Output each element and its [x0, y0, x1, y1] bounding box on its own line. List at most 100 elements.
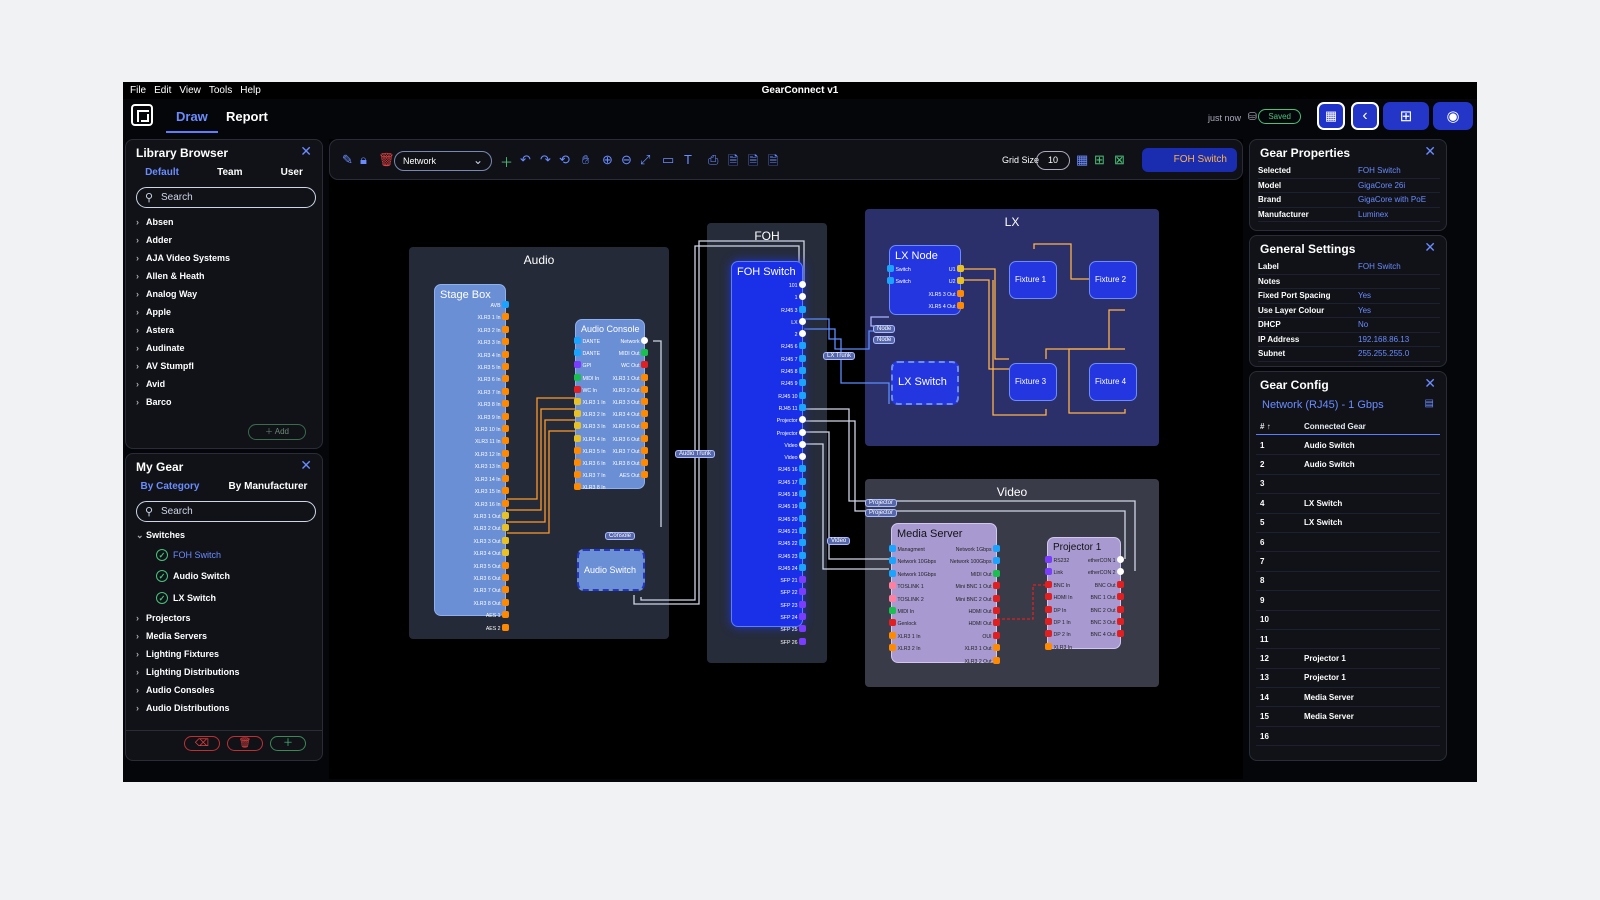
port-row[interactable]: AES 2 [473, 623, 509, 635]
port-type-select[interactable]: Network (RJ45) - 1 Gbps [1262, 399, 1384, 411]
tag-projector-2[interactable]: Projector [865, 509, 898, 517]
layer-select[interactable]: Network ⌄ [394, 151, 492, 171]
tag-node-2[interactable]: Node [873, 336, 896, 344]
port-row[interactable]: XLR3 3 Out [612, 397, 648, 409]
library-item[interactable]: › AV Stumpfl [136, 357, 230, 375]
port-row[interactable]: XLR3 3 In [473, 337, 509, 349]
library-item[interactable]: › Audinate [136, 339, 230, 357]
grid-toggle-icon[interactable]: ▦ [1076, 152, 1088, 168]
tab-report[interactable]: Report [226, 109, 268, 124]
port-row[interactable]: etherCON 1 [1088, 555, 1124, 567]
port-row[interactable]: BNC 4 Out [1088, 629, 1124, 641]
table-row[interactable]: 5 LX Switch [1256, 514, 1440, 533]
port-row[interactable]: XLR3 7 In [574, 470, 606, 482]
table-row[interactable]: 4 LX Switch [1256, 494, 1440, 514]
port-row[interactable]: Projector [777, 415, 806, 427]
port-row[interactable]: XLR3 In [1045, 642, 1072, 654]
port-row[interactable]: XLR3 1 Out [473, 511, 509, 523]
port-row[interactable]: RJ45 9 [777, 378, 806, 390]
library-logo-button[interactable]: ▦ [1317, 102, 1345, 130]
port-row[interactable]: XLR3 6 Out [473, 573, 509, 585]
print-icon[interactable]: ⎙ [708, 152, 718, 168]
selected-device-pill[interactable]: FOH Switch [1142, 148, 1237, 172]
table-row[interactable]: 6 [1256, 533, 1440, 553]
port-row[interactable]: BNC 3 Out [1088, 617, 1124, 629]
port-row[interactable]: RJ45 7 [777, 354, 806, 366]
table-row[interactable]: 9 [1256, 591, 1440, 611]
port-row[interactable]: SFP 24 [777, 612, 806, 624]
port-row[interactable]: Genlock [889, 618, 936, 630]
delete-button[interactable]: 🗑 [227, 736, 263, 751]
pan-hand-icon[interactable]: ✋︎ [582, 152, 589, 168]
setting-row[interactable]: Fixed Port Spacing Yes [1258, 289, 1440, 304]
port-row[interactable]: HDMI Out [950, 606, 1000, 618]
port-row[interactable]: XLR3 1 In [574, 397, 606, 409]
port-row[interactable]: BNC In [1045, 580, 1072, 592]
device-fixture-3[interactable]: Fixture 3 [1009, 363, 1057, 401]
table-row[interactable]: 15 Media Server [1256, 707, 1440, 727]
port-row[interactable]: XLR5 4 Out [928, 301, 964, 313]
port-row[interactable]: XLR3 5 In [473, 362, 509, 374]
port-row[interactable]: XLR3 1 In [473, 312, 509, 324]
table-row[interactable]: 7 [1256, 552, 1440, 572]
save-file-icon[interactable]: ⛁ [1248, 110, 1257, 123]
port-row[interactable]: XLR3 8 Out [612, 458, 648, 470]
table-row[interactable]: 1 Audio Switch [1256, 436, 1440, 456]
setting-row[interactable]: Subnet 255.255.255.0 [1258, 347, 1440, 362]
menu-edit[interactable]: Edit [154, 85, 171, 96]
port-row[interactable]: XLR3 8 Out [473, 598, 509, 610]
library-item[interactable]: › Absen [136, 213, 230, 231]
port-row[interactable]: TOSLINK 1 [889, 581, 936, 593]
port-row[interactable]: Video [777, 440, 806, 452]
category-item[interactable]: › Lighting Fixtures [136, 645, 240, 663]
library-item[interactable]: › Barco [136, 393, 230, 411]
port-row[interactable]: XLR3 2 In [473, 325, 509, 337]
trash-icon[interactable]: 🗑︎ [378, 152, 395, 168]
port-row[interactable]: MIDI Out [950, 569, 1000, 581]
category-item[interactable]: › Projectors [136, 609, 240, 627]
rectangle-tool-icon[interactable]: ▭ [662, 152, 674, 168]
library-item[interactable]: › Allen & Heath [136, 267, 230, 285]
gear-item-foh-switch[interactable]: ✓ FOH Switch [136, 544, 240, 566]
pencil-icon[interactable]: ✎ [342, 152, 353, 168]
setting-row[interactable]: Notes [1258, 275, 1440, 289]
device-fixture-1[interactable]: Fixture 1 [1009, 261, 1057, 299]
library-close-icon[interactable]: ✕ [300, 143, 312, 160]
table-row[interactable]: 16 [1256, 727, 1440, 747]
port-row[interactable]: GPI [574, 360, 606, 372]
port-row[interactable]: RJ45 22 [777, 538, 806, 550]
drawing-canvas[interactable]: Audio FOH LX Video Stage Box AVB XLR3 1 … [329, 139, 1243, 779]
port-row[interactable]: RJ45 6 [777, 341, 806, 353]
device-stage-box[interactable]: Stage Box AVB XLR3 1 In XLR3 2 In XLR3 3… [434, 284, 509, 632]
library-search-input[interactable]: ⚲ Search [136, 187, 316, 208]
port-row[interactable]: etherCON 2 [1088, 567, 1124, 579]
port-row[interactable]: RS232 [1045, 555, 1072, 567]
port-row[interactable]: DP In [1045, 605, 1072, 617]
gear-properties-close-icon[interactable]: ✕ [1424, 143, 1436, 160]
zoom-out-icon[interactable]: ⊖ [621, 152, 632, 168]
port-row[interactable]: XLR5 3 Out [928, 289, 964, 301]
port-row[interactable]: XLR3 8 In [473, 399, 509, 411]
port-row[interactable]: BNC Out [1088, 580, 1124, 592]
port-row[interactable]: XLR3 4 Out [473, 548, 509, 560]
port-row[interactable]: XLR3 2 In [889, 643, 936, 655]
library-tab-default[interactable]: Default [145, 167, 179, 178]
account-button[interactable]: ◉ [1433, 102, 1473, 130]
setting-row[interactable]: Use Layer Colour Yes [1258, 304, 1440, 318]
menu-tools[interactable]: Tools [209, 85, 232, 96]
my-gear-close-icon[interactable]: ✕ [300, 457, 312, 474]
port-row[interactable]: 2 [777, 329, 806, 341]
port-row[interactable]: DP 1 In [1045, 617, 1072, 629]
table-row[interactable]: 2 Audio Switch [1256, 455, 1440, 475]
library-item[interactable]: › AJA Video Systems [136, 249, 230, 267]
port-row[interactable]: Link [1045, 567, 1072, 579]
route-icon[interactable]: ⊠ [1114, 152, 1125, 168]
device-audio-switch[interactable]: Audio Switch [577, 549, 645, 591]
port-row[interactable]: Mini BNC 2 Out [950, 594, 1000, 606]
port-row[interactable]: AES Out [612, 470, 648, 482]
port-row[interactable]: LX [777, 317, 806, 329]
port-row[interactable]: RJ45 24 [777, 563, 806, 575]
port-row[interactable]: Network 100Gbps [950, 556, 1000, 568]
port-row[interactable]: Switch [887, 276, 911, 288]
port-row[interactable]: XLR3 10 In [473, 424, 509, 436]
